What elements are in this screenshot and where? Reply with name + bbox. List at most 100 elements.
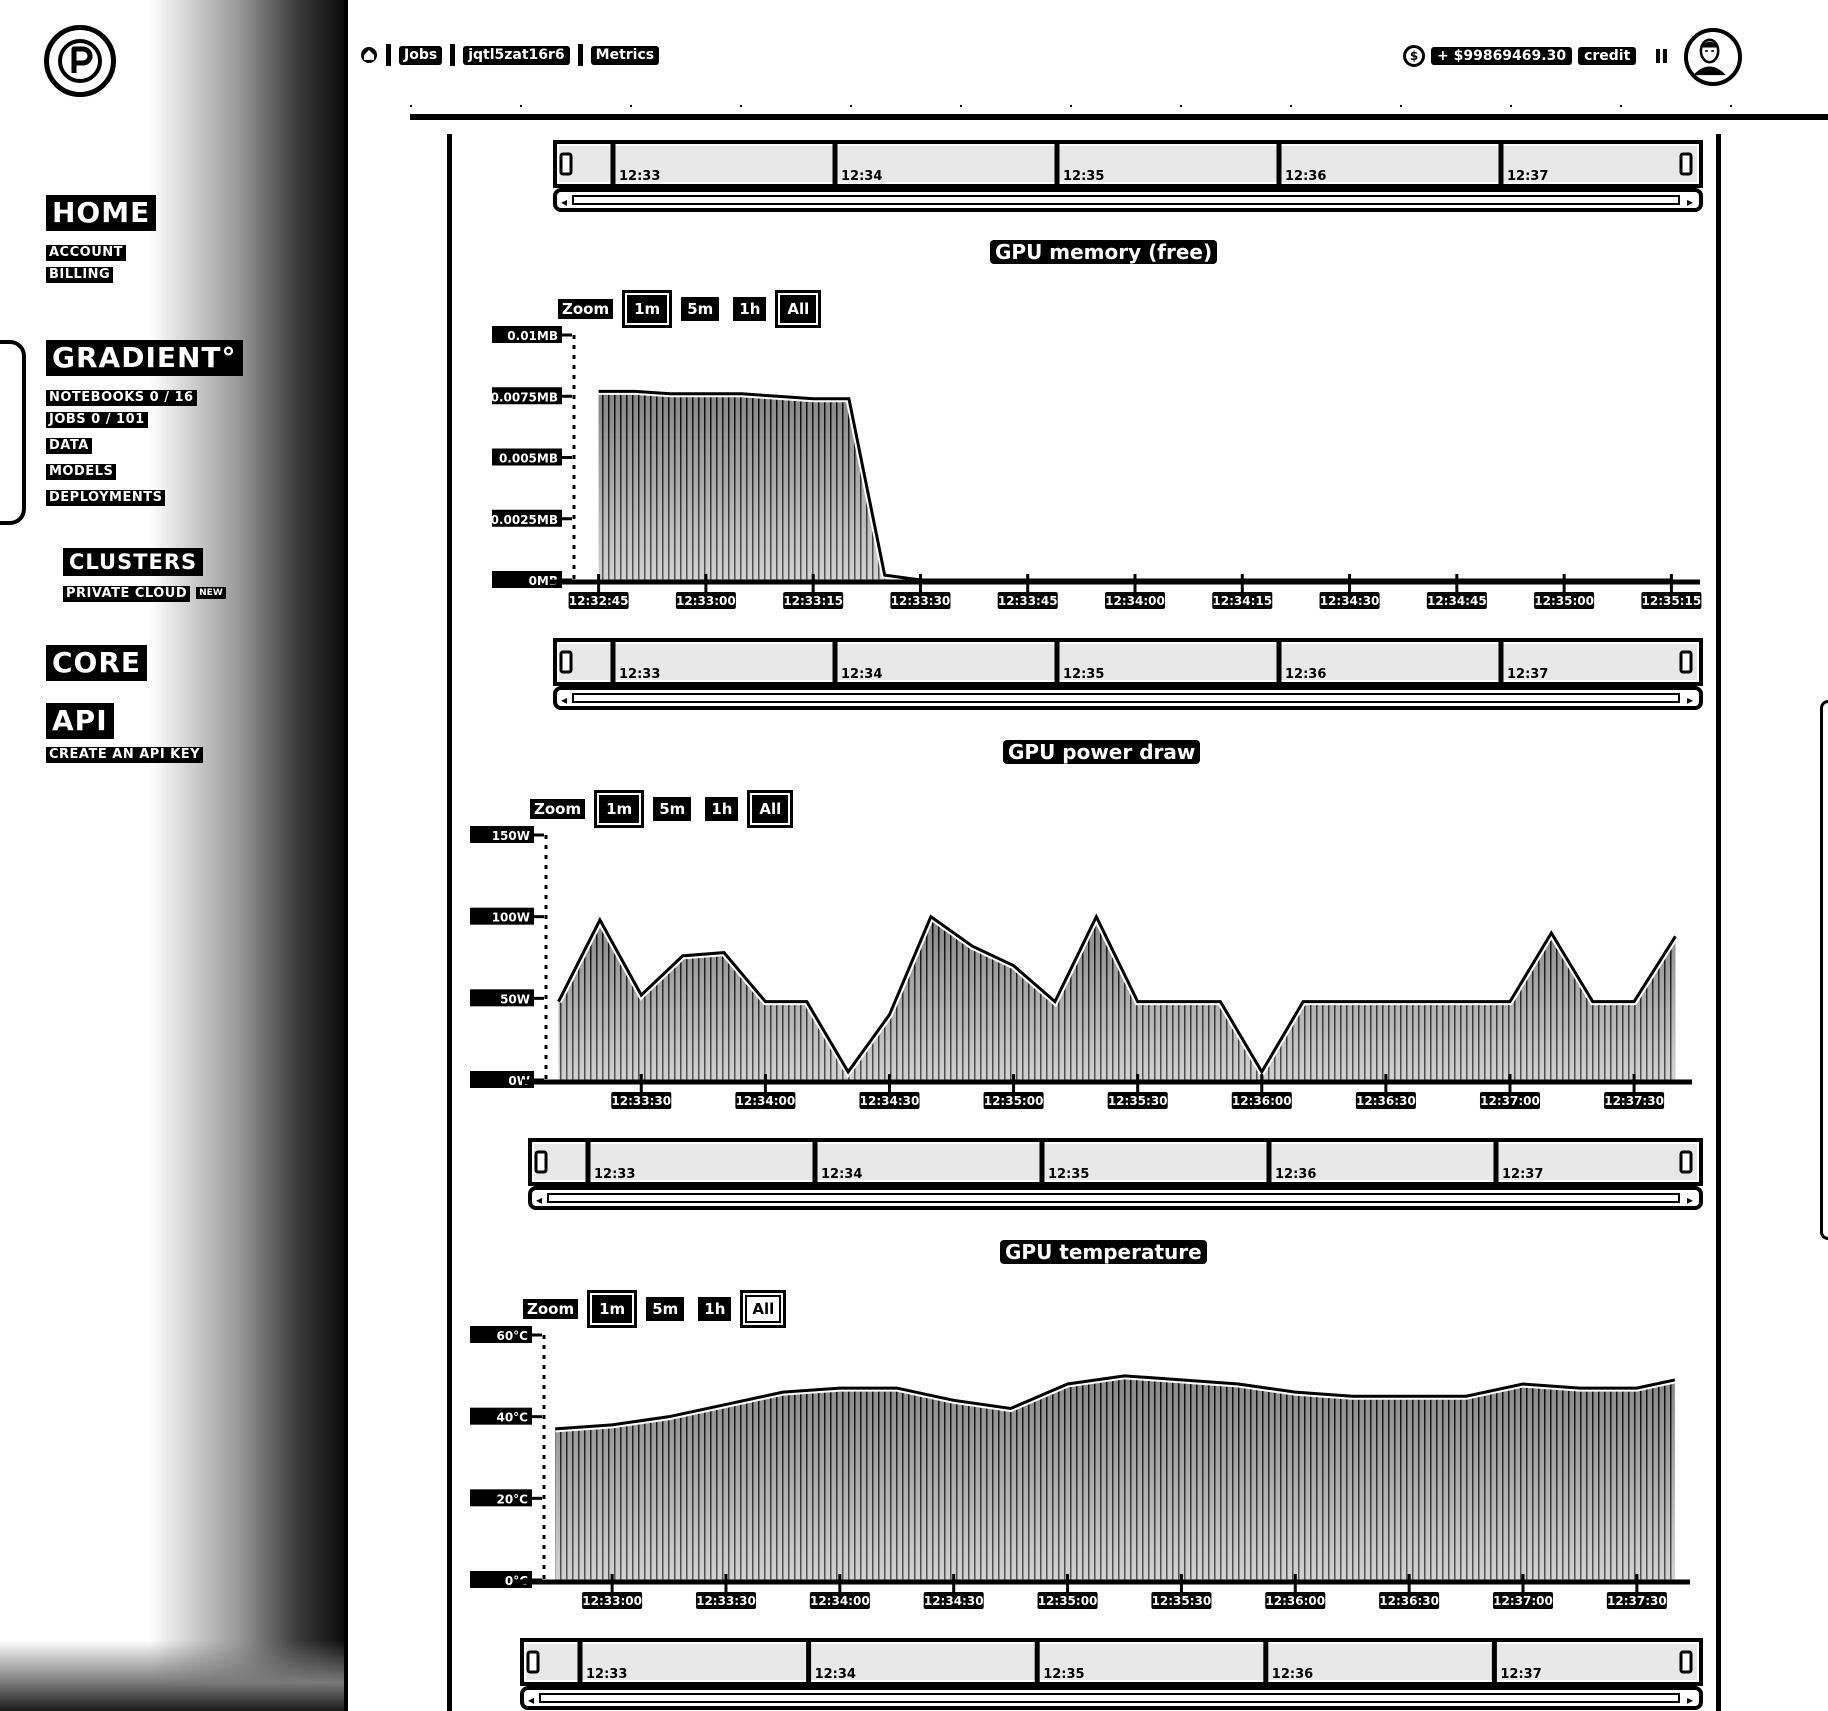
sidebar-edge	[344, 0, 348, 1711]
x-tick-label: 12:34:00	[1105, 594, 1165, 608]
credit-balance[interactable]: $ + $99869469.30 credit	[1403, 45, 1668, 67]
chart-title-gpu-memory: GPU memory (free)	[990, 240, 1218, 264]
x-tick-label: 12:35:00	[984, 1094, 1044, 1108]
navigator-scrollbar-thumb	[539, 1693, 1680, 1703]
zoom-all-button[interactable]: All	[747, 790, 794, 828]
chart-navigator-gpu-memory[interactable]: 12:33 12:34 12:35 12:36 12:37 ◂ ▸	[553, 638, 1703, 718]
navigator-tick-label: 12:37	[1502, 1167, 1543, 1182]
nav-heading-gradient[interactable]: GRADIENT°	[46, 340, 243, 376]
nav-heading-clusters[interactable]: CLUSTERS	[63, 548, 204, 576]
navigator-tick-label: 12:35	[1063, 169, 1104, 184]
zoom-1h-button[interactable]: 1h	[733, 297, 767, 321]
chart-gpu-power[interactable]: 150W100W50W0W12:33:30 12:34:00 12:34:30 12:…	[470, 820, 1705, 1120]
navigator-right-handle	[1679, 650, 1693, 674]
x-tick-label: 12:34:30	[924, 1594, 984, 1608]
page-scrollbar[interactable]	[1820, 700, 1828, 1240]
chart-navigator-top[interactable]: 12:33 12:34 12:35 12:36 12:37 ◂ ▸	[553, 140, 1703, 220]
x-tick-label: 12:34:30	[860, 1094, 920, 1108]
x-tick-label: 12:37:30	[1607, 1594, 1667, 1608]
zoom-all-button[interactable]: All	[740, 1290, 787, 1328]
sidebar-item-billing[interactable]: BILLING	[46, 267, 114, 283]
paperspace-logo-icon[interactable]	[44, 25, 116, 97]
pause-icon[interactable]	[1656, 49, 1668, 63]
nav-heading-core[interactable]: CORE	[46, 645, 148, 681]
zoom-1m-button[interactable]: 1m	[594, 790, 645, 828]
x-tick-label: 12:34:45	[1427, 594, 1487, 608]
y-tick-label: 0.01MB	[507, 329, 558, 343]
navigator-tick-label: 12:33	[586, 1667, 627, 1682]
zoom-label: Zoom	[558, 299, 614, 319]
x-tick-label: 12:37:00	[1493, 1594, 1553, 1608]
navigator-left-handle	[559, 650, 573, 674]
new-badge: NEW	[196, 586, 226, 599]
scroll-right-icon: ▸	[1687, 693, 1693, 707]
chart-navigator-gpu-power[interactable]: 12:33 12:34 12:35 12:36 12:37 ◂ ▸	[528, 1138, 1703, 1218]
chart-gpu-memory[interactable]: 0.01MB0.0075MB0.005MB0.0025MB0MB12:32:45…	[470, 320, 1705, 620]
breadcrumb-jobs[interactable]: Jobs	[399, 45, 443, 65]
y-tick-label: 20°C	[496, 1492, 528, 1506]
scroll-right-icon: ▸	[1687, 195, 1693, 209]
sidebar-item-data[interactable]: DATA	[46, 438, 92, 454]
sidebar: HOME ACCOUNT BILLING GRADIENT° NOTEBOOKS…	[0, 0, 348, 1711]
navigator-tick-label: 12:36	[1275, 1167, 1316, 1182]
zoom-1m-button[interactable]: 1m	[587, 1290, 638, 1328]
sidebar-item-private-cloud[interactable]: PRIVATE CLOUD	[63, 586, 191, 602]
navigator-tick-label: 12:34	[821, 1167, 862, 1182]
nav-heading-api[interactable]: API	[46, 703, 114, 739]
x-tick-label: 12:33:30	[696, 1594, 756, 1608]
x-tick-label: 12:35:30	[1108, 1094, 1168, 1108]
scroll-left-icon: ◂	[536, 1193, 542, 1207]
navigator-scrollbar-thumb	[572, 693, 1680, 703]
sidebar-item-create-api-key[interactable]: CREATE AN API KEY	[46, 747, 204, 763]
scroll-right-icon: ▸	[1687, 1693, 1693, 1707]
navigator-tick-label: 12:35	[1048, 1167, 1089, 1182]
sidebar-item-models[interactable]: MODELS	[46, 464, 117, 480]
nav-group-gradient: GRADIENT° NOTEBOOKS 0 / 16 JOBS 0 / 101 …	[46, 340, 243, 512]
x-tick-label: 12:37:30	[1604, 1094, 1664, 1108]
navigator-tick-label: 12:34	[841, 667, 882, 682]
y-tick-label: 0.005MB	[499, 452, 558, 466]
zoom-1h-button[interactable]: 1h	[698, 1297, 732, 1321]
avatar[interactable]	[1684, 28, 1742, 86]
navigator-tick-label: 12:35	[1043, 1667, 1084, 1682]
home-icon[interactable]	[360, 46, 378, 64]
x-tick-label: 12:32:45	[569, 594, 629, 608]
y-tick-label: 0.0025MB	[491, 513, 558, 527]
zoom-5m-button[interactable]: 5m	[646, 1297, 685, 1321]
zoom-1h-button[interactable]: 1h	[705, 797, 739, 821]
x-tick-label: 12:36:00	[1232, 1094, 1292, 1108]
nav-heading-home[interactable]: HOME	[46, 195, 157, 231]
navigator-tick-label: 12:37	[1507, 169, 1548, 184]
zoom-1m-button[interactable]: 1m	[622, 290, 673, 328]
navigator-tick-label: 12:37	[1500, 1667, 1541, 1682]
x-tick-label: 12:34:00	[810, 1594, 870, 1608]
x-tick-label: 12:36:30	[1356, 1094, 1416, 1108]
y-tick-label: 40°C	[496, 1411, 528, 1425]
navigator-tick-label: 12:36	[1272, 1667, 1313, 1682]
sidebar-item-account[interactable]: ACCOUNT	[46, 245, 126, 261]
chart-gpu-temperature[interactable]: 60°C40°C20°C0°C12:33:00 12:33:30 12:34:00 1…	[470, 1320, 1705, 1620]
y-tick-label: 100W	[492, 911, 530, 925]
zoom-all-button[interactable]: All	[775, 290, 822, 328]
breadcrumb-metrics: Metrics	[590, 45, 660, 65]
zoom-5m-button[interactable]: 5m	[653, 797, 692, 821]
x-tick-label: 12:33:15	[783, 594, 843, 608]
sidebar-shade-bottom	[0, 1640, 345, 1711]
scroll-right-icon: ▸	[1687, 1193, 1693, 1207]
navigator-tick-label: 12:33	[619, 169, 660, 184]
x-tick-label: 12:33:00	[582, 1594, 642, 1608]
zoom-controls-gpu-power: Zoom 1m 5m 1h All	[530, 790, 794, 828]
series-area-hatch	[598, 391, 1672, 580]
sidebar-item-deployments[interactable]: DEPLOYMENTS	[46, 490, 166, 506]
zoom-5m-button[interactable]: 5m	[681, 297, 720, 321]
header-divider-ticks	[410, 105, 1828, 107]
navigator-tick-label: 12:37	[1507, 667, 1548, 682]
navigator-tick-label: 12:36	[1285, 667, 1326, 682]
chart-navigator-gpu-temperature[interactable]: 12:33 12:34 12:35 12:36 12:37 ◂ ▸	[520, 1638, 1703, 1711]
sidebar-item-jobs[interactable]: JOBS 0 / 101	[46, 412, 148, 428]
x-tick-label: 12:36:00	[1265, 1594, 1325, 1608]
breadcrumb-job-id[interactable]: jqtl5zat16r6	[463, 45, 570, 65]
x-tick-label: 12:35:30	[1152, 1594, 1212, 1608]
sidebar-shade	[150, 0, 345, 1711]
sidebar-item-notebooks[interactable]: NOTEBOOKS 0 / 16	[46, 390, 197, 406]
